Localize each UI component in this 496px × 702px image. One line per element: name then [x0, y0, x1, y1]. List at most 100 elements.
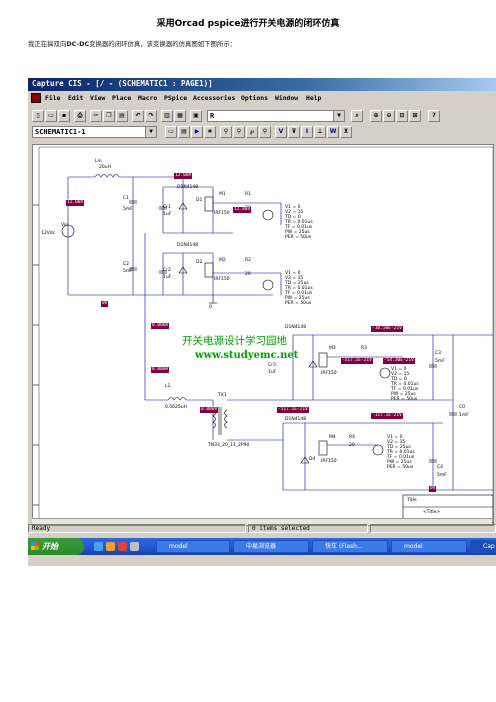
- menu-options[interactable]: Options: [241, 94, 268, 102]
- bias-voltage-icon[interactable]: V: [275, 126, 287, 138]
- probe-icon[interactable]: ⚲: [233, 126, 245, 138]
- save-icon[interactable]: ▪: [58, 110, 70, 122]
- taskbar-item-model[interactable]: model: [156, 540, 230, 553]
- task-label: 快车 (Flash...: [325, 543, 363, 550]
- edit-sim-profile-icon[interactable]: ▤: [178, 126, 190, 138]
- current-display-icon[interactable]: ⊥: [314, 126, 326, 138]
- param-line: PER = 50us: [285, 301, 312, 306]
- menu-accessories[interactable]: Accessories: [193, 94, 235, 102]
- c3-label: C3: [435, 351, 442, 356]
- taskbar-item-capture[interactable]: Cap: [470, 540, 496, 553]
- paste-icon[interactable]: ▤: [116, 110, 128, 122]
- title-block-value: <Title>: [423, 510, 441, 515]
- window-title: Capture CIS - [/ - (SCHEMATIC1 : PAGE1)]: [32, 79, 213, 88]
- schematic-canvas[interactable]: Lin 20uH Vin 12Vdc C1 5mF C2 5mF Cr1 1uF…: [32, 144, 494, 526]
- zoom-out-icon[interactable]: ⊖: [383, 110, 395, 122]
- help-icon[interactable]: ?: [428, 110, 440, 122]
- cut-icon[interactable]: ✂: [90, 110, 102, 122]
- m2-label: M2: [219, 258, 226, 263]
- voltage-readout[interactable]: -10.50E-21V: [371, 326, 403, 332]
- c2-label: C2: [123, 262, 130, 267]
- voltage-readout[interactable]: 12.00V: [174, 173, 193, 179]
- window-titlebar[interactable]: Capture CIS - [/ - (SCHEMATIC1 : PAGE1)]: [28, 78, 496, 91]
- voltage-readout[interactable]: -517.1E-21V: [277, 407, 309, 413]
- place-part-icon[interactable]: ▥: [161, 110, 173, 122]
- new-sim-profile-icon[interactable]: ▭: [165, 126, 177, 138]
- start-button[interactable]: 开始: [28, 538, 84, 555]
- run-icon[interactable]: ▶: [191, 126, 203, 138]
- power-display-icon[interactable]: ⊻: [340, 126, 352, 138]
- undo-icon[interactable]: ↶: [132, 110, 144, 122]
- windows-logo-icon: [31, 542, 39, 550]
- new-icon[interactable]: ▯: [32, 110, 44, 122]
- v1-params: V1 = 0 V2 = 15 TD = 0 TR = 0.01us TF = 0…: [285, 205, 313, 240]
- status-middle: 0 items selected: [248, 524, 368, 533]
- d1n1-label: D1N4148: [177, 185, 199, 190]
- open-icon[interactable]: ▭: [45, 110, 57, 122]
- r4-label: R4: [349, 435, 355, 440]
- pspice-sim-icon[interactable]: ▣: [190, 110, 202, 122]
- voltage-readout[interactable]: 12.00V: [233, 207, 252, 213]
- menu-view[interactable]: View: [90, 94, 105, 102]
- tx-part: TN33_20_11_2P90: [208, 443, 250, 448]
- menu-pspice[interactable]: PSpice: [164, 94, 187, 102]
- r1-label: R1: [245, 192, 251, 197]
- current-readout[interactable]: 0.000A: [151, 367, 170, 373]
- schematic-select-combo[interactable]: SCHEMATIC1-1 ▼: [32, 126, 157, 138]
- place-wire-icon[interactable]: ▦: [174, 110, 186, 122]
- menu-edit[interactable]: Edit: [68, 94, 83, 102]
- bias-current-icon[interactable]: I: [301, 126, 313, 138]
- voltage-readout[interactable]: 12.00V: [66, 200, 85, 206]
- voltage-readout[interactable]: 0.000V: [200, 407, 219, 413]
- voltage-readout[interactable]: -54.30E-21V: [383, 358, 415, 364]
- markers-icon[interactable]: ⚲: [220, 126, 232, 138]
- bias-power-icon[interactable]: W: [327, 126, 339, 138]
- voltage-marker-icon[interactable]: ℘: [246, 126, 258, 138]
- explorer-icon[interactable]: [106, 542, 115, 551]
- windows-taskbar: 开始 model 中易浏览器 快车 (Flash... model Cap: [28, 538, 496, 555]
- voltage-readout[interactable]: 0V: [429, 486, 437, 492]
- taskbar-item-model-2[interactable]: model: [391, 540, 467, 553]
- zoom-area-icon[interactable]: ⊡: [396, 110, 408, 122]
- voltage-readout[interactable]: -517.1E-21V: [341, 358, 373, 364]
- menu-file[interactable]: File: [45, 94, 60, 102]
- d1-label: D1: [196, 198, 203, 203]
- lin-label: Lin: [95, 159, 102, 164]
- voltage-readout[interactable]: -117.1E-21V: [371, 413, 403, 419]
- menu-window[interactable]: Window: [275, 94, 298, 102]
- d4-label: D4: [309, 457, 316, 462]
- redo-icon[interactable]: ↷: [145, 110, 157, 122]
- zoom-all-icon[interactable]: ⊞: [409, 110, 421, 122]
- taskbar-item-flashget[interactable]: 快车 (Flash...: [312, 540, 388, 553]
- print-icon[interactable]: ⎙: [74, 110, 86, 122]
- m4-part: IRF150: [321, 459, 337, 464]
- menu-place[interactable]: Place: [112, 94, 131, 102]
- tx1-label: TX1: [218, 393, 227, 398]
- task-label: Cap: [483, 543, 495, 550]
- copy-icon[interactable]: ❐: [103, 110, 115, 122]
- menu-macro[interactable]: Macro: [138, 94, 157, 102]
- ie-icon[interactable]: [94, 542, 103, 551]
- search-part-icon[interactable]: ⌕: [351, 110, 363, 122]
- chevron-down-icon[interactable]: ▼: [145, 127, 156, 137]
- cr3-label: Cr3: [268, 363, 276, 368]
- voltage-readout[interactable]: 0V: [101, 301, 109, 307]
- part-search-value: R: [210, 112, 215, 120]
- v3-params: V1 = 0 V2 = 15 TD = 0 TR = 0.01us TF = 0…: [391, 367, 419, 402]
- chevron-down-icon[interactable]: ▼: [333, 111, 344, 121]
- part-search-combo[interactable]: R ▼: [207, 110, 345, 122]
- zoom-in-icon[interactable]: ⊕: [370, 110, 382, 122]
- view-results-icon[interactable]: ⌗: [204, 126, 216, 138]
- current-marker-icon[interactable]: ⚲: [259, 126, 271, 138]
- taskbar-item-browser[interactable]: 中易浏览器: [233, 540, 309, 553]
- desktop-icon[interactable]: [130, 542, 139, 551]
- current-readout[interactable]: 0.000A: [151, 323, 170, 329]
- media-icon[interactable]: [118, 542, 127, 551]
- c0-label: C0: [459, 405, 466, 410]
- main-toolbar: ▯ ▭ ▪ ⎙ ✂ ❐ ▤ ↶ ↷ ▥ ▦ ▣ R ▼ ⌕ ⊕ ⊖ ⊡ ⊞ ?: [32, 110, 492, 122]
- r4-value: 20: [349, 443, 355, 448]
- menu-help[interactable]: Help: [306, 94, 321, 102]
- param-line: PER = 50us: [285, 235, 312, 240]
- voltage-display-icon[interactable]: ⊽: [288, 126, 300, 138]
- d1n2-label: D1N4148: [177, 243, 199, 248]
